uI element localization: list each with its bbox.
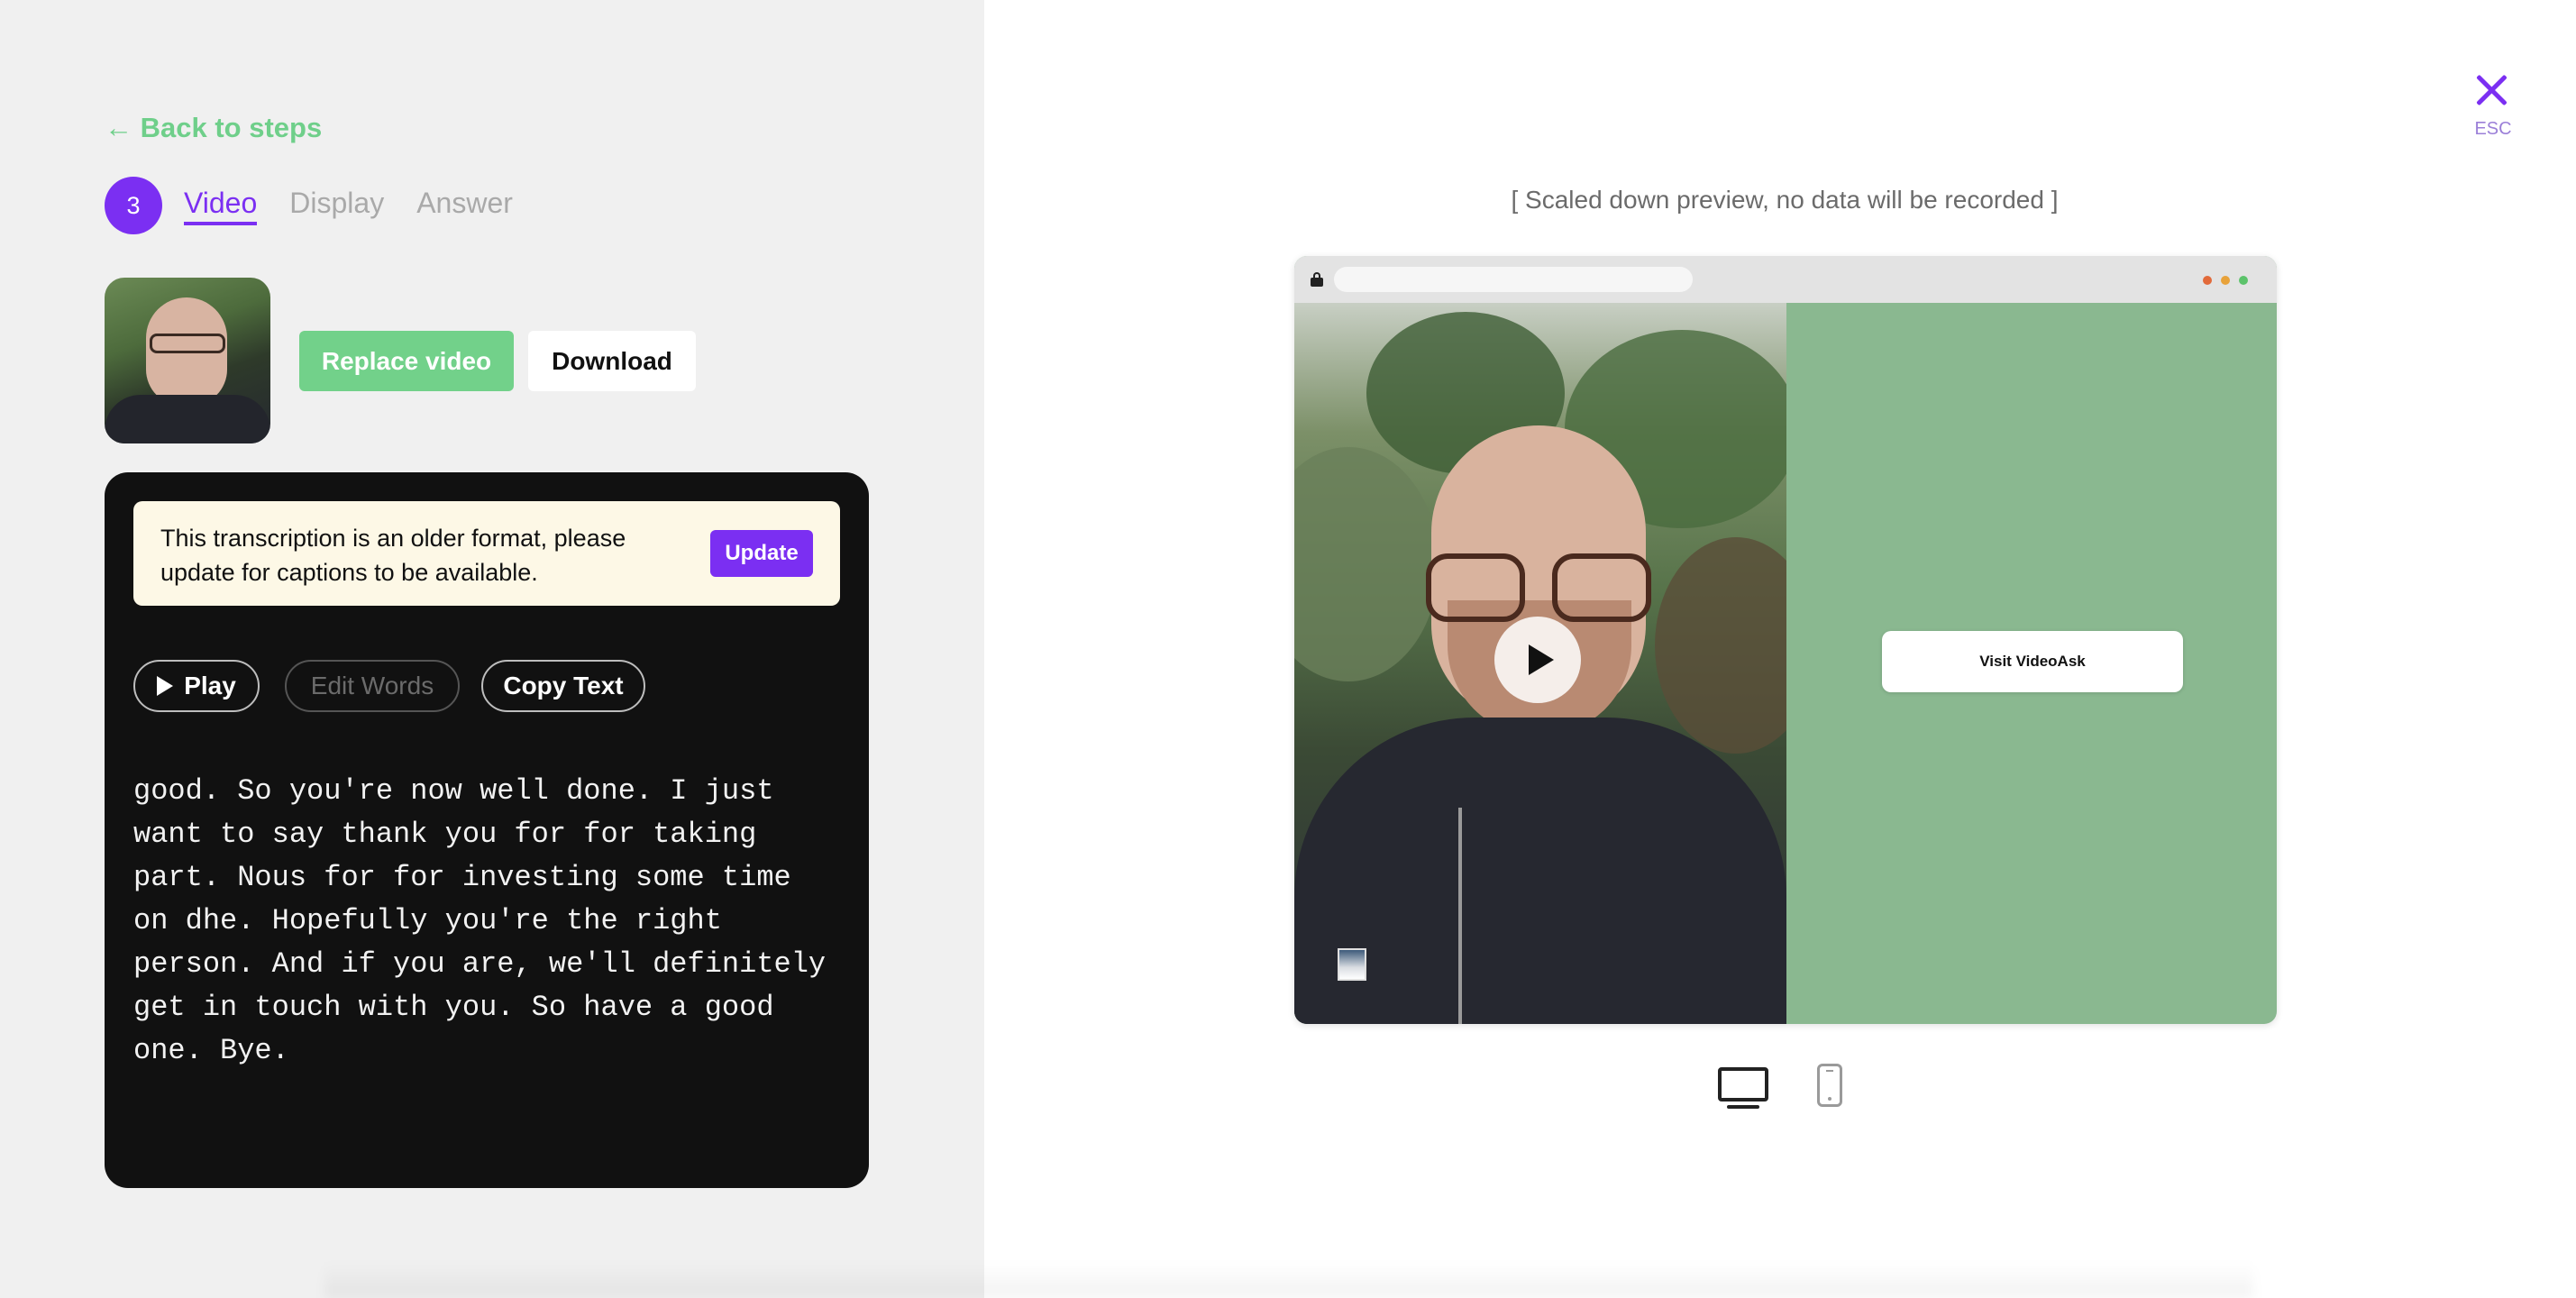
play-label: Play [184,672,236,699]
notice-text: This transcription is an older format, p… [160,525,626,586]
window-dot-red [2203,276,2212,285]
preview-video[interactable] [1294,303,1786,1024]
copy-text-button[interactable]: Copy Text [481,660,645,712]
video-play-button[interactable] [1494,617,1581,703]
window-dot-green [2239,276,2248,285]
tab-display[interactable]: Display [289,187,384,225]
window-dot-yellow [2221,276,2230,285]
video-thumbnail[interactable] [105,278,270,443]
mini-thumbnail [1338,948,1366,981]
transcript-card: This transcription is an older format, p… [105,472,869,1188]
play-button[interactable]: Play [133,660,260,712]
back-to-steps-link[interactable]: ← Back to steps [105,112,322,144]
tab-video[interactable]: Video [184,187,258,225]
tab-answer[interactable]: Answer [416,187,513,225]
url-bar [1334,267,1693,292]
step-tabs: 3 Video Display Answer [105,177,545,234]
format-notice: This transcription is an older format, p… [133,501,840,606]
preview-caption: [ Scaled down preview, no data will be r… [1511,186,2059,214]
browser-preview: Visit VideoAsk [1294,256,2277,1024]
browser-toolbar [1294,256,2277,303]
lock-icon [1311,272,1323,287]
esc-label: ESC [2474,119,2512,139]
transcript-text: good. So you're now well done. I just wa… [133,774,827,1067]
replace-video-button[interactable]: Replace video [299,331,514,391]
step-number-badge: 3 [105,177,162,234]
download-button[interactable]: Download [528,331,696,391]
visit-videoask-button[interactable]: Visit VideoAsk [1882,631,2183,692]
desktop-icon[interactable] [1718,1067,1768,1109]
play-icon [157,676,174,696]
mobile-icon[interactable] [1817,1064,1842,1107]
play-icon [1529,644,1554,675]
update-button[interactable]: Update [710,530,813,577]
editor-panel: ← Back to steps 3 Video Display Answer R… [0,0,984,1298]
edit-words-button[interactable]: Edit Words [285,660,460,712]
close-icon[interactable] [2468,67,2515,114]
